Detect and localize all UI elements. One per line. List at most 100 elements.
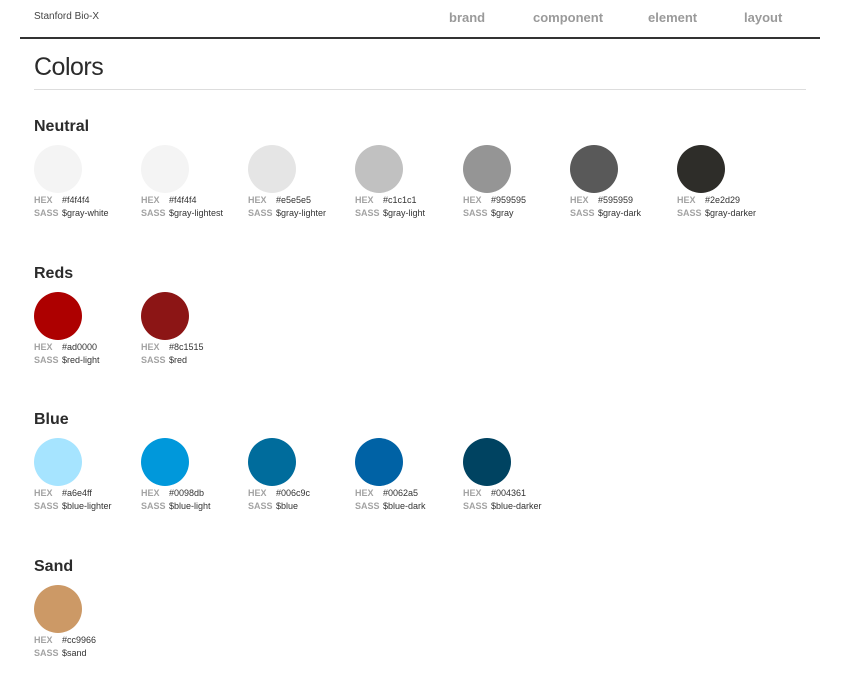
color-circle [677, 145, 725, 193]
page-title: Colors [34, 53, 104, 81]
sass-label: SASS [141, 355, 166, 365]
title-divider [34, 89, 806, 90]
hex-row: HEX #0062a5 [355, 488, 418, 499]
hex-value: #595959 [598, 195, 634, 205]
sass-row: SASS $gray-white [34, 208, 109, 219]
sass-value: $red [169, 355, 188, 365]
hex-value: #ad0000 [62, 342, 98, 352]
sass-value: $gray-dark [598, 208, 642, 218]
sass-row: SASS $gray-light [355, 208, 425, 219]
color-circle [463, 438, 511, 486]
hex-row: HEX #f4f4f4 [141, 195, 197, 206]
hex-label: HEX [677, 195, 696, 205]
section-heading: Sand [34, 558, 74, 575]
sass-label: SASS [34, 648, 59, 658]
sass-label: SASS [34, 355, 59, 365]
hex-label: HEX [355, 195, 374, 205]
hex-row: HEX #ad0000 [34, 342, 97, 353]
hex-label: HEX [248, 488, 267, 498]
sass-label: SASS [141, 208, 166, 218]
hex-label: HEX [463, 488, 482, 498]
color-swatch: HEX #a6e4ff SASS $blue-lighter [34, 438, 138, 513]
hex-row: HEX #e5e5e5 [248, 195, 311, 206]
sass-value: $gray-lighter [276, 208, 327, 218]
color-circle [34, 585, 82, 633]
hex-value: #c1c1c1 [383, 195, 417, 205]
hex-row: HEX #cc9966 [34, 635, 96, 646]
hex-value: #959595 [491, 195, 527, 205]
hex-row: HEX #959595 [463, 195, 526, 206]
sass-label: SASS [355, 208, 380, 218]
sass-label: SASS [463, 501, 488, 511]
hex-label: HEX [34, 488, 53, 498]
sass-row: SASS $gray-dark [570, 208, 641, 219]
sass-label: SASS [34, 208, 59, 218]
sass-row: SASS $red [141, 355, 187, 366]
nav-link-brand[interactable]: brand [449, 10, 485, 25]
sass-value: $gray-lightest [169, 208, 224, 218]
main-nav: brand component element layout [0, 10, 845, 28]
hex-value: #f4f4f4 [169, 195, 197, 205]
sass-value: $gray-white [62, 208, 109, 218]
sass-row: SASS $blue-darker [463, 501, 542, 512]
hex-row: HEX #a6e4ff [34, 488, 92, 499]
color-swatch: HEX #c1c1c1 SASS $gray-light [355, 145, 459, 220]
hex-row: HEX #f4f4f4 [34, 195, 90, 206]
hex-value: #004361 [491, 488, 527, 498]
color-swatch: HEX #f4f4f4 SASS $gray-lightest [141, 145, 245, 220]
hex-value: #f4f4f4 [62, 195, 90, 205]
color-circle [463, 145, 511, 193]
sass-label: SASS [355, 501, 380, 511]
hex-label: HEX [141, 195, 160, 205]
section-heading: Reds [34, 265, 74, 282]
sass-value: $blue-darker [491, 501, 542, 511]
hex-label: HEX [141, 342, 160, 352]
sass-value: $blue-dark [383, 501, 426, 511]
sass-row: SASS $red-light [34, 355, 100, 366]
color-swatch: HEX #959595 SASS $gray [463, 145, 567, 220]
color-circle [355, 145, 403, 193]
color-circle [34, 145, 82, 193]
sass-row: SASS $gray-darker [677, 208, 756, 219]
nav-link-element[interactable]: element [648, 10, 697, 25]
hex-row: HEX #595959 [570, 195, 633, 206]
hex-value: #a6e4ff [62, 488, 92, 498]
color-circle [34, 438, 82, 486]
nav-link-layout[interactable]: layout [744, 10, 782, 25]
sass-value: $blue-lighter [62, 501, 112, 511]
sass-row: SASS $blue [248, 501, 298, 512]
sass-value: $blue [276, 501, 299, 511]
hex-label: HEX [355, 488, 374, 498]
color-circle [141, 292, 189, 340]
sass-row: SASS $blue-lighter [34, 501, 112, 512]
sass-label: SASS [570, 208, 595, 218]
sass-label: SASS [141, 501, 166, 511]
sass-label: SASS [677, 208, 702, 218]
hex-row: HEX #8c1515 [141, 342, 204, 353]
hex-label: HEX [248, 195, 267, 205]
hex-value: #006c9c [276, 488, 311, 498]
sass-row: SASS $gray-lighter [248, 208, 326, 219]
sass-value: $gray-darker [705, 208, 757, 218]
color-circle [355, 438, 403, 486]
hex-label: HEX [34, 635, 53, 645]
sass-label: SASS [463, 208, 488, 218]
hex-value: #8c1515 [169, 342, 204, 352]
color-swatch: HEX #cc9966 SASS $sand [34, 585, 138, 660]
sass-row: SASS $blue-dark [355, 501, 426, 512]
color-swatch: HEX #006c9c SASS $blue [248, 438, 352, 513]
hex-label: HEX [463, 195, 482, 205]
nav-link-component[interactable]: component [533, 10, 603, 25]
sass-row: SASS $sand [34, 648, 87, 659]
color-swatch: HEX #8c1515 SASS $red [141, 292, 245, 367]
sass-row: SASS $gray [463, 208, 514, 219]
hex-row: HEX #c1c1c1 [355, 195, 417, 206]
color-circle [141, 145, 189, 193]
section-heading: Blue [34, 411, 69, 428]
hex-row: HEX #2e2d29 [677, 195, 740, 206]
sass-row: SASS $gray-lightest [141, 208, 223, 219]
hex-value: #e5e5e5 [276, 195, 312, 205]
sass-value: $blue-light [169, 501, 211, 511]
sass-value: $sand [62, 648, 87, 658]
color-swatch: HEX #0098db SASS $blue-light [141, 438, 245, 513]
